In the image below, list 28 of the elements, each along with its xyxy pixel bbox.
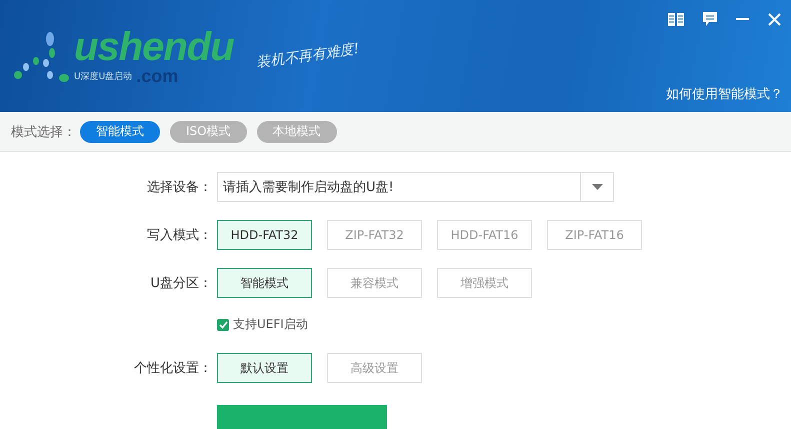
option-button[interactable]: 兼容模式	[327, 268, 422, 298]
option-button[interactable]: HDD-FAT16	[437, 220, 532, 250]
option-button[interactable]: 智能模式	[217, 268, 312, 298]
option-button[interactable]: HDD-FAT32	[217, 220, 312, 250]
comment-icon[interactable]	[703, 12, 717, 26]
option-button[interactable]: 默认设置	[217, 353, 312, 383]
option-button[interactable]: 高级设置	[327, 353, 422, 383]
book-icon[interactable]	[668, 12, 684, 26]
mode-label: 模式选择：	[11, 124, 76, 140]
help-link[interactable]: 如何使用智能模式？	[666, 85, 783, 103]
mode-tab[interactable]: ISO模式	[170, 120, 247, 142]
mode-tab[interactable]: 智能模式	[80, 120, 160, 142]
field-label: 选择设备：	[146, 179, 212, 196]
slogan: 装机不再有难度!	[254, 40, 360, 72]
field-label: 个性化设置：	[133, 360, 212, 377]
checkbox-label: 支持UEFI启动	[233, 316, 308, 333]
option-button[interactable]: ZIP-FAT32	[327, 220, 422, 250]
option-button[interactable]: ZIP-FAT16	[547, 220, 642, 250]
mode-tab[interactable]: 本地模式	[256, 120, 337, 142]
caret-icon	[592, 184, 602, 190]
logo-subtitle: U深度U盘启动	[74, 70, 132, 82]
close-icon[interactable]	[768, 12, 781, 26]
checkbox[interactable]	[217, 318, 229, 330]
device-dropdown[interactable]: 请插入需要制作启动盘的U盘!	[217, 172, 614, 202]
field-label: 写入模式：	[146, 227, 212, 244]
field-label: U盘分区：	[149, 275, 212, 292]
option-button[interactable]: 增强模式	[437, 268, 532, 298]
logo-wordmark: ushendu	[74, 27, 234, 67]
